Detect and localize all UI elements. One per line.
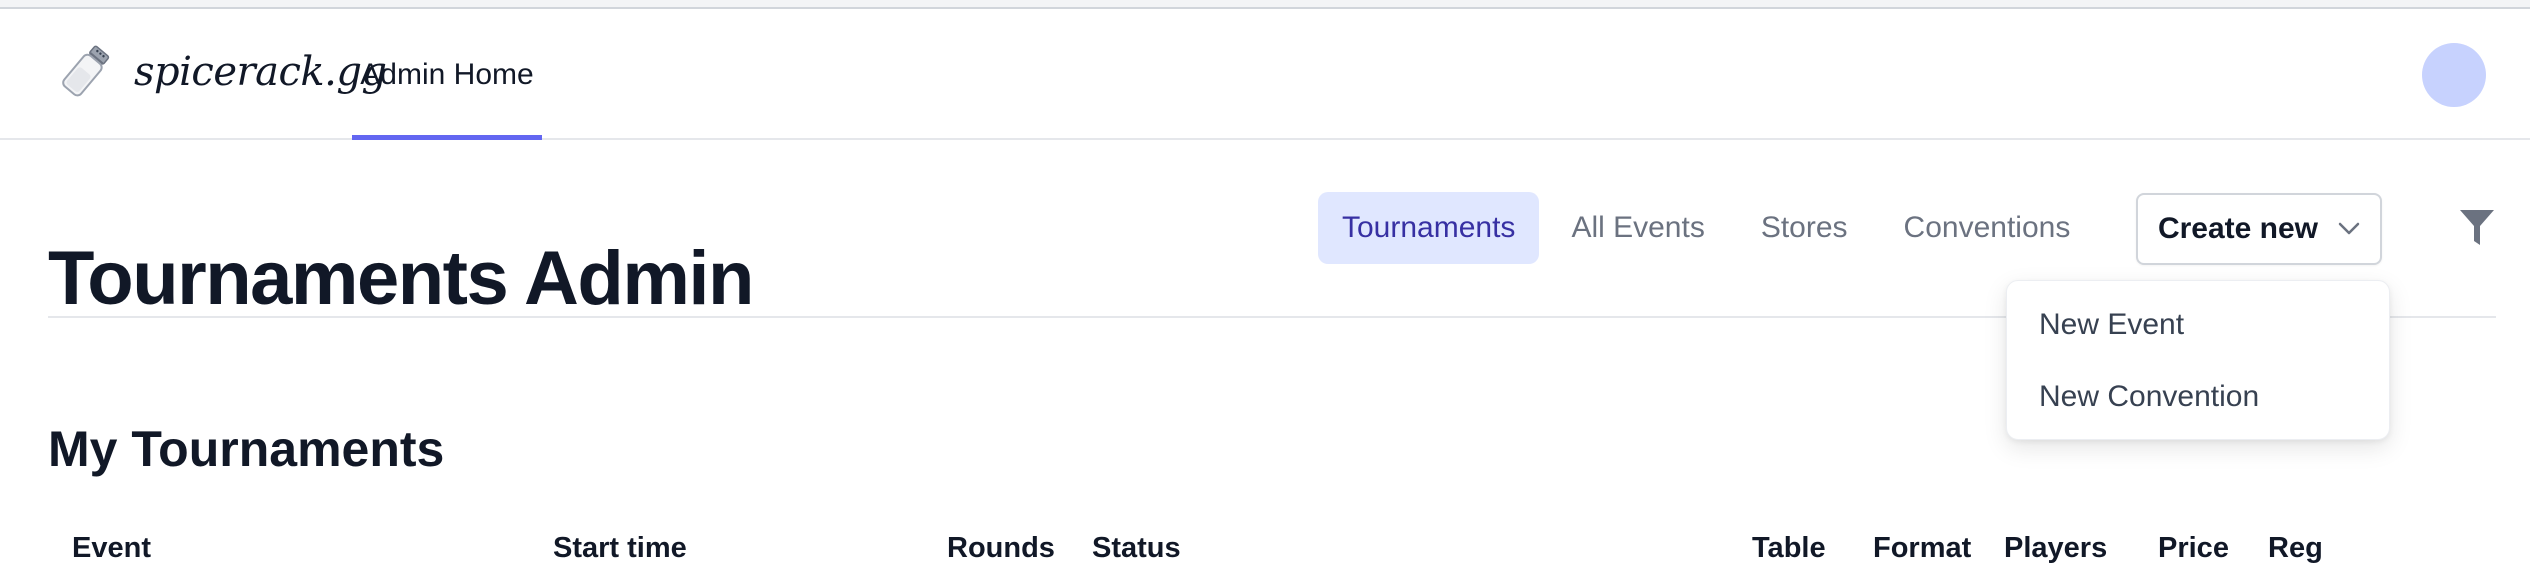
page-title: Tournaments Admin — [48, 235, 754, 321]
column-header-event[interactable]: Event — [72, 528, 151, 568]
tab-all-events[interactable]: All Events — [1547, 192, 1728, 264]
column-header-reg[interactable]: Reg — [2268, 528, 2323, 568]
admin-tabs: Tournaments All Events Stores Convention… — [1318, 192, 2094, 264]
filter-icon[interactable] — [2458, 208, 2496, 248]
top-navbar: spicerack.gg Admin Home — [0, 9, 2530, 140]
column-header-rounds[interactable]: Rounds — [947, 528, 1055, 568]
column-header-status[interactable]: Status — [1092, 528, 1181, 568]
column-header-format[interactable]: Format — [1873, 528, 1971, 568]
nav-active-indicator — [352, 135, 542, 140]
tab-conventions[interactable]: Conventions — [1880, 192, 2095, 264]
menu-item-new-event[interactable]: New Event — [2007, 289, 2389, 361]
chevron-down-icon — [2338, 222, 2360, 235]
top-border — [0, 0, 2530, 9]
column-header-players[interactable]: Players — [2004, 528, 2107, 568]
table-header-row: Event Start time Rounds Status Table For… — [0, 528, 2530, 568]
salt-shaker-icon — [62, 45, 110, 97]
brand-name: spicerack.gg — [134, 49, 387, 95]
section-title: My Tournaments — [48, 420, 445, 477]
create-new-dropdown-menu: New Event New Convention — [2006, 280, 2390, 440]
tab-tournaments[interactable]: Tournaments — [1318, 192, 1540, 264]
brand-logo-link[interactable]: spicerack.gg — [50, 37, 387, 107]
tab-stores[interactable]: Stores — [1737, 192, 1872, 264]
create-new-button[interactable]: Create new — [2136, 193, 2382, 265]
column-header-start-time[interactable]: Start time — [553, 528, 687, 568]
menu-item-new-convention[interactable]: New Convention — [2007, 361, 2389, 433]
user-avatar[interactable] — [2422, 43, 2486, 107]
create-new-label: Create new — [2157, 212, 2319, 245]
column-header-table[interactable]: Table — [1752, 528, 1826, 568]
column-header-price[interactable]: Price — [2158, 528, 2229, 568]
nav-admin-home[interactable]: Admin Home — [352, 9, 542, 140]
